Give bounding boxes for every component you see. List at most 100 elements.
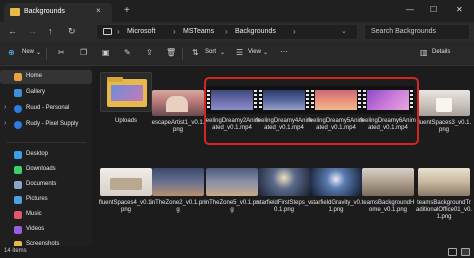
more-button[interactable]: ··· bbox=[280, 47, 288, 56]
sidebar-item-music[interactable]: Music bbox=[0, 208, 92, 222]
file-item[interactable]: fluentSpaces4_v0.1.png bbox=[98, 168, 154, 230]
gallery-icon bbox=[14, 89, 22, 97]
sidebar-item-label: Ruud - Personal bbox=[26, 105, 70, 111]
file-item[interactable]: starfieldFirstSteps_v0.1.png bbox=[256, 168, 312, 230]
folder-icon bbox=[100, 72, 152, 112]
breadcrumb-backgrounds[interactable]: Backgrounds bbox=[235, 28, 276, 35]
maximize-button[interactable]: ☐ bbox=[430, 5, 437, 14]
sort-icon: ⇅ bbox=[192, 48, 199, 57]
cloud-icon bbox=[14, 105, 22, 113]
sidebar-item-desktop[interactable]: Desktop bbox=[0, 148, 92, 162]
chevron-right-icon[interactable]: › bbox=[4, 120, 6, 127]
breadcrumb-msteams[interactable]: MSTeams bbox=[183, 28, 214, 35]
chevron-down-icon[interactable]: ⌄ bbox=[220, 49, 225, 56]
music-icon bbox=[14, 211, 22, 219]
documents-icon bbox=[14, 181, 22, 189]
image-thumbnail bbox=[418, 90, 470, 116]
address-bar[interactable]: › Microsoft › MSTeams › Backgrounds › ⌄ bbox=[96, 24, 358, 40]
view-icon: ☰ bbox=[236, 48, 244, 57]
chevron-down-icon[interactable]: ⌄ bbox=[341, 27, 347, 35]
back-arrow-icon[interactable]: ← bbox=[8, 26, 17, 36]
file-name: fluentSpaces3_v0.1.png bbox=[416, 120, 472, 133]
new-button[interactable]: New bbox=[22, 49, 34, 55]
sidebar-item-downloads[interactable]: Downloads bbox=[0, 163, 92, 177]
computer-icon bbox=[103, 28, 112, 35]
sidebar-item-label: Music bbox=[26, 211, 42, 217]
file-name: escapeArtist1_v0.1.png bbox=[151, 120, 205, 133]
new-tab-button[interactable]: + bbox=[124, 5, 130, 16]
file-item[interactable]: inTheZone5_v0.1.png bbox=[204, 168, 260, 230]
file-item[interactable]: teamsBackgroundHome_v0.1.png bbox=[362, 168, 414, 230]
sidebar-item-home[interactable]: Home bbox=[0, 70, 92, 84]
file-item[interactable]: teamsBackgroundTraditionalOffice01_v0.1.… bbox=[416, 168, 472, 238]
file-item[interactable]: escapeArtist1_v0.1.png bbox=[152, 90, 204, 148]
address-row: ← → ↑ ↻ › Microsoft › MSTeams › Backgrou… bbox=[0, 22, 474, 42]
cloud-icon bbox=[14, 121, 22, 129]
pictures-icon bbox=[14, 196, 22, 204]
view-button[interactable]: View bbox=[248, 49, 261, 55]
sidebar-item-label: Downloads bbox=[26, 166, 56, 172]
videos-icon bbox=[14, 226, 22, 234]
breadcrumb-separator: › bbox=[173, 27, 176, 36]
image-thumbnail bbox=[100, 168, 152, 196]
image-thumbnail bbox=[310, 168, 362, 196]
home-icon bbox=[14, 73, 22, 81]
downloads-icon bbox=[14, 166, 22, 174]
chevron-right-icon[interactable]: › bbox=[4, 104, 6, 111]
title-bar: Backgrounds × + — ☐ ✕ bbox=[0, 0, 474, 22]
sidebar-item-pictures[interactable]: Pictures bbox=[0, 193, 92, 207]
sidebar-item-label: Documents bbox=[26, 181, 57, 187]
sidebar-item-label: Desktop bbox=[26, 151, 49, 157]
sidebar-item-rudy-pixel-supply[interactable]: › Rudy - Pixel Supply bbox=[0, 118, 92, 132]
image-thumbnail bbox=[258, 168, 310, 196]
sidebar-item-documents[interactable]: Documents bbox=[0, 178, 92, 192]
thumbnails-view-icon[interactable] bbox=[461, 248, 470, 256]
cut-icon[interactable]: ✂ bbox=[58, 48, 65, 57]
details-button[interactable]: Details bbox=[432, 49, 450, 55]
file-name: teamsBackgroundTraditionalOffice01_v0.1.… bbox=[416, 200, 472, 220]
rename-icon[interactable]: ✎ bbox=[124, 48, 131, 57]
paste-icon[interactable]: ▣ bbox=[102, 48, 110, 57]
sidebar-item-label: Rudy - Pixel Supply bbox=[26, 121, 79, 127]
forward-arrow-icon[interactable]: → bbox=[28, 26, 37, 36]
sidebar-item-label: Gallery bbox=[26, 89, 46, 95]
copy-icon[interactable]: ❐ bbox=[80, 48, 87, 57]
new-icon: ⊕ bbox=[8, 48, 15, 57]
close-window-button[interactable]: ✕ bbox=[456, 5, 463, 14]
sort-button[interactable]: Sort bbox=[205, 49, 216, 55]
breadcrumb-separator: › bbox=[117, 27, 120, 36]
chevron-down-icon[interactable]: ⌄ bbox=[263, 49, 268, 56]
image-thumbnail bbox=[152, 90, 204, 116]
minimize-button[interactable]: — bbox=[406, 5, 414, 14]
folder-item-uploads[interactable]: Uploads bbox=[100, 72, 152, 138]
file-item[interactable]: fluentSpaces3_v0.1.png bbox=[416, 90, 472, 148]
sidebar-item-videos[interactable]: Videos bbox=[0, 223, 92, 237]
tab-close-button[interactable]: × bbox=[96, 6, 101, 15]
sidebar-item-gallery[interactable]: Gallery bbox=[0, 86, 92, 100]
search-box[interactable]: Search Backgrounds bbox=[364, 24, 470, 40]
share-icon[interactable]: ⇪ bbox=[146, 48, 153, 57]
up-arrow-icon[interactable]: ↑ bbox=[48, 26, 53, 36]
image-thumbnail bbox=[206, 168, 258, 196]
breadcrumb-microsoft[interactable]: Microsoft bbox=[127, 28, 155, 35]
sidebar-item-ruud-personal[interactable]: › Ruud - Personal bbox=[0, 102, 92, 116]
details-icon: ▥ bbox=[420, 48, 428, 57]
desktop-icon bbox=[14, 151, 22, 159]
file-item[interactable]: inTheZone2_v0.1.png bbox=[150, 168, 206, 230]
sidebar-item-label: Home bbox=[26, 73, 43, 79]
details-view-icon[interactable] bbox=[448, 248, 457, 256]
image-thumbnail bbox=[418, 168, 470, 196]
divider bbox=[6, 142, 86, 143]
delete-icon[interactable]: 🗑 bbox=[166, 48, 176, 57]
sidebar-item-label: Videos bbox=[26, 226, 45, 232]
file-name: fluentSpaces4_v0.1.png bbox=[98, 200, 154, 213]
sidebar-item-label: Pictures bbox=[26, 196, 48, 202]
file-name: Uploads bbox=[114, 118, 137, 124]
highlight-box bbox=[204, 77, 419, 145]
chevron-down-icon[interactable]: ⌄ bbox=[36, 49, 41, 56]
refresh-icon[interactable]: ↻ bbox=[68, 26, 76, 37]
tab-backgrounds[interactable]: Backgrounds × bbox=[4, 3, 112, 22]
file-item[interactable]: starfieldGravity_v0.1.png bbox=[310, 168, 362, 230]
file-name: inTheZone5_v0.1.png bbox=[204, 200, 260, 213]
file-name: starfieldFirstSteps_v0.1.png bbox=[256, 200, 312, 213]
